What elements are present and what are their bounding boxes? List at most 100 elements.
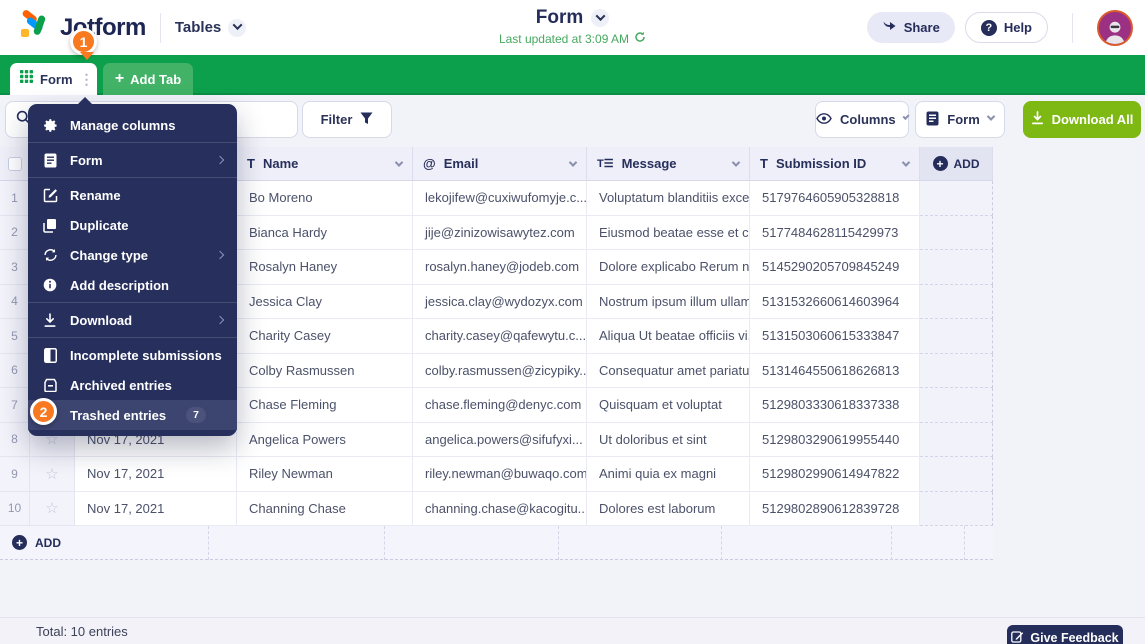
page-title: Form — [536, 7, 584, 29]
cell-submission-id[interactable]: 5131503060615333847 — [750, 319, 920, 354]
select-all-cell — [0, 147, 30, 181]
feedback-label: Give Feedback — [1030, 631, 1118, 644]
form-view-button[interactable]: Form — [915, 101, 1005, 138]
cell-email[interactable]: angelica.powers@sifufyxi... — [413, 423, 587, 458]
column-header-email[interactable]: @ Email — [413, 147, 587, 181]
cell-name[interactable]: Chase Fleming — [237, 388, 413, 423]
menu-item-manage-columns[interactable]: Manage columns — [28, 110, 237, 140]
download-all-label: Download All — [1052, 112, 1134, 127]
menu-item-label: Incomplete submissions — [70, 348, 222, 363]
column-header-message[interactable]: T☰ Message — [587, 147, 750, 181]
add-tab-button[interactable]: + Add Tab — [103, 63, 193, 95]
tab-context-menu: Manage columns Form Rename Duplicate Cha… — [28, 104, 237, 436]
tables-menu-button[interactable]: Tables — [175, 19, 246, 37]
cell-email[interactable]: channing.chase@kacogitu... — [413, 492, 587, 527]
select-all-checkbox[interactable] — [8, 157, 22, 171]
column-label: Name — [263, 156, 298, 171]
add-column-button[interactable]: + ADD — [920, 147, 993, 181]
chevron-down-icon[interactable] — [902, 158, 910, 166]
cell-add-placeholder — [920, 285, 993, 320]
cell-message[interactable]: Dolore explicabo Rerum n... — [587, 250, 750, 285]
cell-message[interactable]: Animi quia ex magni — [587, 457, 750, 492]
cell-name[interactable]: Channing Chase — [237, 492, 413, 527]
chevron-down-icon[interactable] — [395, 158, 403, 166]
menu-item-archived-entries[interactable]: Archived entries — [28, 370, 237, 400]
cell-email[interactable]: riley.newman@buwaqo.com — [413, 457, 587, 492]
menu-caret — [77, 97, 93, 105]
cell-name[interactable]: Rosalyn Haney — [237, 250, 413, 285]
cell-message[interactable]: Ut doloribus et sint — [587, 423, 750, 458]
cell-submission-id[interactable]: 5129803330618337338 — [750, 388, 920, 423]
cell-message[interactable]: Consequatur amet pariatu... — [587, 354, 750, 389]
cell-name[interactable]: Charity Casey — [237, 319, 413, 354]
cell-name[interactable]: Riley Newman — [237, 457, 413, 492]
cell-submission-id[interactable]: 5179764605905328818 — [750, 181, 920, 216]
share-arrow-icon — [882, 20, 897, 36]
cell-name[interactable]: Jessica Clay — [237, 285, 413, 320]
question-icon: ? — [981, 20, 997, 36]
column-header-name[interactable]: T Name — [237, 147, 413, 181]
cell-message[interactable]: Dolores est laborum — [587, 492, 750, 527]
cell-email[interactable]: colby.rasmussen@zicypiky... — [413, 354, 587, 389]
share-label: Share — [904, 20, 940, 35]
cell-date[interactable]: Nov 17, 2021 — [75, 492, 237, 527]
menu-item-incomplete-submissions[interactable]: Incomplete submissions — [28, 340, 237, 370]
menu-item-rename[interactable]: Rename — [28, 180, 237, 210]
info-icon — [42, 278, 58, 292]
chevron-down-icon[interactable] — [732, 158, 740, 166]
download-all-button[interactable]: Download All — [1023, 101, 1141, 138]
cell-submission-id[interactable]: 5131532660614603964 — [750, 285, 920, 320]
share-button[interactable]: Share — [867, 12, 955, 43]
cell-email[interactable]: jessica.clay@wydozyx.com — [413, 285, 587, 320]
menu-item-duplicate[interactable]: Duplicate — [28, 210, 237, 240]
cell-submission-id[interactable]: 5129802990614947822 — [750, 457, 920, 492]
cell-email[interactable]: charity.casey@qafewytu.c... — [413, 319, 587, 354]
tab-options-dots-icon[interactable]: ⋮ — [80, 72, 94, 86]
refresh-icon[interactable] — [634, 31, 646, 46]
tab-bar: Form ⋮ + Add Tab — [0, 55, 1145, 95]
cell-message[interactable]: Eiusmod beatae esse et co... — [587, 216, 750, 251]
menu-item-trashed-entries[interactable]: Trashed entries 7 — [28, 400, 237, 430]
cell-message[interactable]: Quisquam et voluptat — [587, 388, 750, 423]
cell-message[interactable]: Voluptatum blanditiis exce... — [587, 181, 750, 216]
cell-email[interactable]: chase.fleming@denyc.com — [413, 388, 587, 423]
title-chevron-down-icon[interactable] — [591, 9, 609, 27]
help-button[interactable]: ? Help — [965, 12, 1048, 43]
cell-email[interactable]: jije@zinizowisawytez.com — [413, 216, 587, 251]
table-row[interactable]: 9 ☆ Nov 17, 2021 Riley Newman riley.newm… — [0, 457, 993, 492]
cell-name[interactable]: Bianca Hardy — [237, 216, 413, 251]
column-header-submission-id[interactable]: T Submission ID — [750, 147, 920, 181]
cell-submission-id[interactable]: 5145290205709845249 — [750, 250, 920, 285]
cell-date[interactable]: Nov 17, 2021 — [75, 457, 237, 492]
cell-email[interactable]: rosalyn.haney@jodeb.com — [413, 250, 587, 285]
cell-name[interactable]: Angelica Powers — [237, 423, 413, 458]
filter-button[interactable]: Filter — [302, 101, 392, 138]
add-entry-button[interactable]: + ADD — [0, 535, 61, 550]
give-feedback-button[interactable]: Give Feedback — [1007, 625, 1123, 644]
row-number: 5 — [0, 319, 30, 354]
grid-icon — [20, 70, 33, 88]
change-type-icon — [42, 248, 58, 262]
email-type-icon: @ — [423, 156, 436, 171]
tab-form[interactable]: Form ⋮ — [10, 63, 97, 95]
cell-message[interactable]: Aliqua Ut beatae officiis vi... — [587, 319, 750, 354]
cell-submission-id[interactable]: 5129802890612839728 — [750, 492, 920, 527]
cell-email[interactable]: lekojifew@cuxiwufomyje.c... — [413, 181, 587, 216]
menu-item-change-type[interactable]: Change type — [28, 240, 237, 270]
cell-submission-id[interactable]: 5177484628115429973 — [750, 216, 920, 251]
chevron-down-icon[interactable] — [569, 158, 577, 166]
star-icon[interactable]: ☆ — [30, 457, 75, 492]
cell-name[interactable]: Bo Moreno — [237, 181, 413, 216]
menu-item-add-description[interactable]: Add description — [28, 270, 237, 300]
table-row[interactable]: 10 ☆ Nov 17, 2021 Channing Chase channin… — [0, 492, 993, 527]
cell-submission-id[interactable]: 5131464550618626813 — [750, 354, 920, 389]
cell-name[interactable]: Colby Rasmussen — [237, 354, 413, 389]
star-icon[interactable]: ☆ — [30, 492, 75, 527]
cell-submission-id[interactable]: 5129803290619955440 — [750, 423, 920, 458]
cell-message[interactable]: Nostrum ipsum illum ullam... — [587, 285, 750, 320]
header-divider — [160, 13, 161, 43]
avatar[interactable] — [1097, 10, 1133, 46]
columns-button[interactable]: Columns — [815, 101, 909, 138]
menu-item-download[interactable]: Download — [28, 305, 237, 335]
menu-item-form[interactable]: Form — [28, 145, 237, 175]
